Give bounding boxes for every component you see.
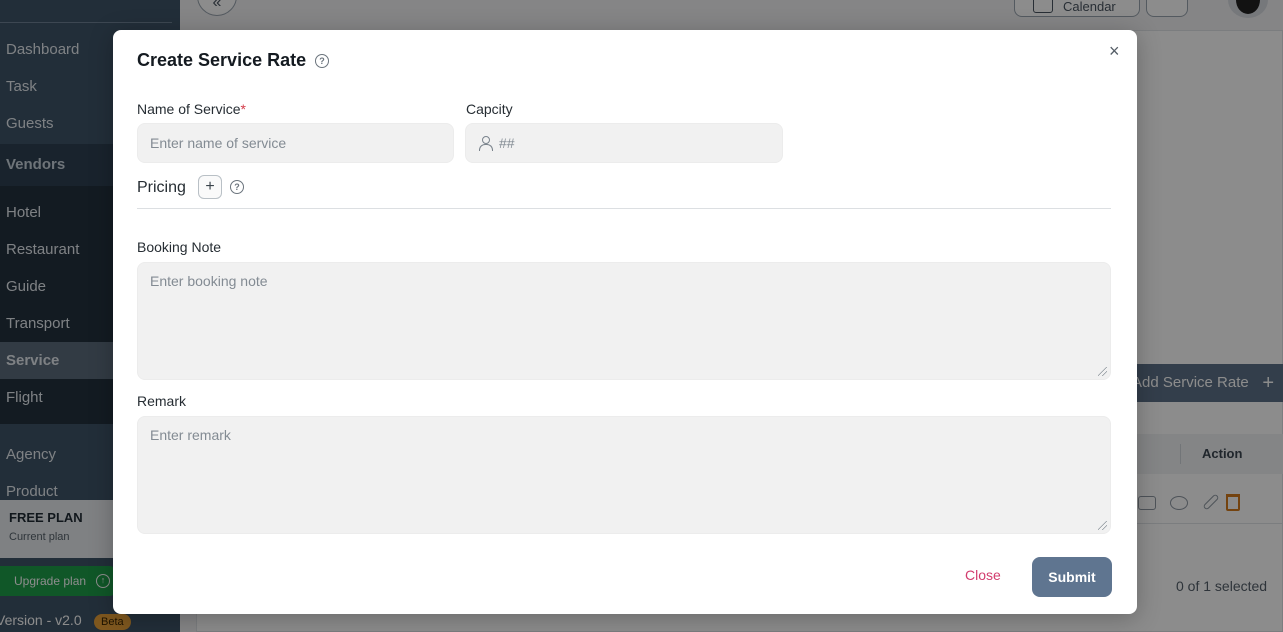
remark-label: Remark [137,393,187,409]
submit-button[interactable]: Submit [1032,557,1112,597]
name-of-service-input[interactable]: Enter name of service [137,123,454,163]
close-button[interactable]: Close [965,567,1001,583]
add-pricing-button[interactable]: + [198,175,222,199]
capacity-placeholder: ## [499,135,515,151]
pricing-label: Pricing [137,179,186,196]
help-icon[interactable]: ? [315,54,329,68]
resize-handle-icon[interactable] [1098,521,1107,530]
pricing-divider [137,208,1111,209]
remark-textarea[interactable]: Enter remark [137,416,1111,534]
required-asterisk: * [240,101,246,117]
create-service-rate-modal: Create Service Rate ? × Name of Service*… [113,30,1137,614]
resize-handle-icon[interactable] [1098,367,1107,376]
name-of-service-label: Name of Service* [137,101,246,117]
remark-placeholder: Enter remark [150,427,231,443]
name-of-service-label-text: Name of Service [137,101,241,117]
pricing-help-icon[interactable]: ? [230,180,244,194]
modal-title: Create Service Rate [137,50,307,70]
user-icon [479,136,493,151]
booking-note-label: Booking Note [137,239,222,255]
close-icon[interactable]: × [1109,42,1120,60]
capacity-input[interactable]: ## [465,123,783,163]
capacity-label: Capcity [466,101,513,117]
booking-note-textarea[interactable]: Enter booking note [137,262,1111,380]
booking-note-placeholder: Enter booking note [150,273,268,289]
name-of-service-placeholder: Enter name of service [150,135,287,151]
